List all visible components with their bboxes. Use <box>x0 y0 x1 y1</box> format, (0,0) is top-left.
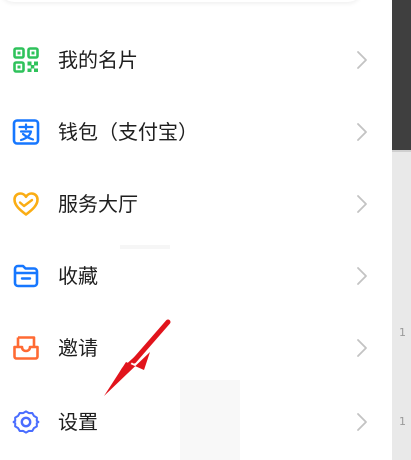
menu-item-label: 我的名片 <box>58 48 138 72</box>
menu-item-label: 设置 <box>58 410 98 434</box>
chevron-right-icon <box>356 122 368 142</box>
menu-item-favorites[interactable]: 收藏 <box>0 240 392 312</box>
chevron-right-icon <box>356 338 368 358</box>
chevron-right-icon <box>356 266 368 286</box>
chevron-right-icon <box>356 50 368 70</box>
menu-item-label: 邀请 <box>58 336 98 360</box>
folder-favorites-icon <box>12 262 40 290</box>
heart-service-icon <box>12 190 40 218</box>
background-divider <box>392 150 411 152</box>
side-drawer: 我的名片 钱包（支付宝） 服务大厅 收藏 邀请 设置 <box>0 0 392 460</box>
qr-code-icon <box>12 46 40 74</box>
menu-item-label: 服务大厅 <box>58 192 138 216</box>
menu-item-card[interactable]: 我的名片 <box>0 24 392 96</box>
invite-inbox-icon <box>12 334 40 362</box>
background-digit: 1 <box>399 326 406 339</box>
menu-item-service[interactable]: 服务大厅 <box>0 168 392 240</box>
menu-item-invite[interactable]: 邀请 <box>0 312 392 384</box>
menu-item-settings[interactable]: 设置 <box>0 386 392 458</box>
alipay-wallet-icon <box>12 118 40 146</box>
screen: 1 1 我的名片 钱包（支付宝） 服务大厅 收藏 邀请 设置 <box>0 0 411 460</box>
background-digit: 1 <box>399 415 406 428</box>
background-header <box>392 0 411 150</box>
chevron-right-icon <box>356 194 368 214</box>
menu-item-label: 钱包（支付宝） <box>58 120 198 144</box>
chevron-right-icon <box>356 412 368 432</box>
profile-card-bottom <box>0 0 362 2</box>
menu-item-wallet[interactable]: 钱包（支付宝） <box>0 96 392 168</box>
menu-item-label: 收藏 <box>58 264 98 288</box>
gear-icon <box>12 408 40 436</box>
